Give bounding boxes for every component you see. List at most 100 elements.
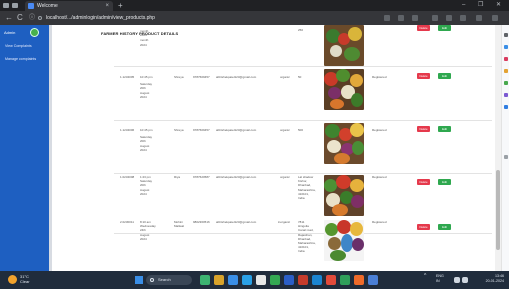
row-email: abhishekpatel123@gmail.com bbox=[216, 75, 257, 79]
close-window-button[interactable]: ✕ bbox=[496, 0, 501, 11]
taskbar-search[interactable]: Search bbox=[146, 275, 192, 285]
url-text: localhost/.../adminlogin/admin/view_prod… bbox=[46, 15, 155, 21]
row-name: Shreya bbox=[174, 75, 184, 79]
row-email: abhishekpatel123@gmail.com bbox=[216, 128, 257, 132]
widgets-icon[interactable] bbox=[200, 275, 210, 285]
app-icon-6[interactable] bbox=[368, 275, 378, 285]
row-type: organic bbox=[280, 128, 290, 132]
row-date: month 2024 month 2024 bbox=[140, 29, 149, 47]
scrollbar-thumb[interactable] bbox=[496, 170, 500, 250]
admin-avatar[interactable] bbox=[30, 28, 39, 37]
product-image bbox=[324, 220, 364, 261]
row-date: 1:23 pm Saturday 20th August 2024 bbox=[140, 175, 153, 196]
edit-button[interactable]: Edit bbox=[438, 73, 451, 79]
back-icon[interactable]: ← bbox=[5, 13, 13, 23]
delete-button[interactable]: Delete bbox=[417, 73, 430, 79]
more-icon[interactable] bbox=[492, 15, 498, 21]
office-icon[interactable] bbox=[504, 93, 508, 97]
store-icon[interactable] bbox=[242, 275, 252, 285]
weather-icon[interactable] bbox=[8, 275, 17, 284]
zoom-icon[interactable] bbox=[384, 15, 390, 21]
row-date: 8:10 am Wednesday 24th August 2024 bbox=[140, 220, 156, 241]
address-bar: ← C ⓘ localhost/.../adminlogin/admin/vie… bbox=[0, 11, 509, 25]
tools-icon[interactable] bbox=[504, 69, 508, 73]
row-id: 1.0234008 bbox=[120, 175, 135, 179]
app-icon-5[interactable] bbox=[354, 275, 364, 285]
add-icon[interactable] bbox=[504, 155, 508, 159]
table-row: month 2024 month 2024 250 Delete Edit bbox=[52, 25, 492, 66]
outlook-icon[interactable] bbox=[504, 105, 508, 109]
row-divider bbox=[114, 173, 492, 174]
row-address: 7811 Hingolia Canal road, Rajasthan, Dhanba… bbox=[298, 220, 316, 254]
favorites-icon[interactable] bbox=[446, 15, 452, 21]
search-icon[interactable] bbox=[504, 33, 508, 37]
app-icon-2[interactable] bbox=[298, 275, 308, 285]
delete-button[interactable]: Delete bbox=[417, 126, 430, 132]
reload-icon[interactable]: C bbox=[17, 13, 23, 23]
windows-start-icon[interactable] bbox=[135, 276, 143, 284]
row-phone: 9787609457 bbox=[193, 128, 210, 132]
row-date: 10:45 pm Saturday 20th August 2024 bbox=[140, 128, 153, 152]
url-field[interactable]: localhost/.../adminlogin/admin/view_prod… bbox=[38, 13, 368, 23]
edit-button[interactable]: Edit bbox=[438, 25, 451, 31]
restore-button[interactable]: ❐ bbox=[478, 0, 483, 11]
row-divider bbox=[114, 66, 492, 67]
profile-icon-right[interactable] bbox=[476, 15, 482, 21]
delete-button[interactable]: Delete bbox=[417, 224, 430, 230]
row-phone: 9787620587 bbox=[193, 175, 210, 179]
edit-button[interactable]: Edit bbox=[438, 224, 451, 230]
app-icon-1[interactable] bbox=[270, 275, 280, 285]
shopping-icon[interactable] bbox=[504, 57, 508, 61]
web-page: Admin View Complaints Manage complaints … bbox=[0, 25, 509, 271]
new-tab-button[interactable]: + bbox=[118, 0, 123, 11]
vscode-icon[interactable] bbox=[312, 275, 322, 285]
chrome-icon[interactable] bbox=[256, 275, 266, 285]
row-id: 1.1234005 bbox=[120, 75, 135, 79]
delete-button[interactable]: Delete bbox=[417, 25, 430, 31]
row-quantity: 500 bbox=[298, 128, 304, 132]
delete-button[interactable]: Delete bbox=[417, 179, 430, 185]
volume-icon[interactable] bbox=[462, 277, 468, 283]
edit-button[interactable]: Edit bbox=[438, 179, 451, 185]
row-quantity: 250 bbox=[298, 28, 304, 32]
sidebar-item-view-complaints[interactable]: View Complaints bbox=[5, 44, 32, 49]
wifi-icon[interactable] bbox=[454, 277, 460, 283]
read-aloud-icon[interactable] bbox=[398, 15, 404, 21]
row-email: abhishekpatel123@gmail.com bbox=[216, 175, 257, 179]
row-name: Shreya bbox=[174, 128, 184, 132]
word-icon[interactable] bbox=[284, 275, 294, 285]
row-id: 1.1234006 bbox=[120, 128, 135, 132]
edit-button[interactable]: Edit bbox=[438, 126, 451, 132]
copilot-icon[interactable] bbox=[504, 45, 508, 49]
edge-icon[interactable] bbox=[228, 275, 238, 285]
browser-tab[interactable]: Welcome × bbox=[25, 1, 113, 11]
row-name: Riya bbox=[174, 175, 181, 179]
row-phone: 9787609457 bbox=[193, 75, 210, 79]
app-icon-4[interactable] bbox=[340, 275, 350, 285]
sidebar-item-manage-complaints[interactable]: Manage complaints bbox=[5, 57, 45, 62]
games-icon[interactable] bbox=[504, 81, 508, 85]
app-icon-3[interactable] bbox=[326, 275, 336, 285]
tray-chevron-icon[interactable]: ^ bbox=[424, 274, 426, 279]
product-image bbox=[324, 25, 364, 66]
row-status: Registered bbox=[372, 220, 387, 224]
lock-icon bbox=[38, 16, 42, 20]
workspaces-icon[interactable] bbox=[12, 3, 18, 8]
row-type: inorganic bbox=[278, 220, 291, 224]
profile-icon[interactable] bbox=[3, 3, 9, 8]
clock[interactable]: 13:46 20-01-2024 bbox=[476, 274, 504, 284]
tab-favicon bbox=[28, 3, 34, 9]
file-explorer-icon[interactable] bbox=[214, 275, 224, 285]
minimize-button[interactable]: – bbox=[462, 0, 465, 11]
favorite-star-icon[interactable] bbox=[412, 15, 418, 21]
product-image bbox=[324, 123, 364, 164]
row-email: abhishekpatel123@gmail.com bbox=[216, 220, 257, 224]
row-address: Lal shadow Kishor, Dhanbad, Maharashtra, 41… bbox=[298, 175, 316, 201]
tab-close-icon[interactable]: × bbox=[105, 1, 109, 11]
collections-icon[interactable] bbox=[460, 15, 466, 21]
row-date: 10:45 pm Saturday 20th August 2024 bbox=[140, 75, 153, 99]
language-indicator[interactable]: ENG IN bbox=[436, 274, 444, 284]
split-screen-icon[interactable] bbox=[432, 15, 438, 21]
site-info-icon[interactable]: ⓘ bbox=[29, 13, 35, 23]
weather-widget[interactable]: 31°C Clear bbox=[20, 274, 30, 284]
